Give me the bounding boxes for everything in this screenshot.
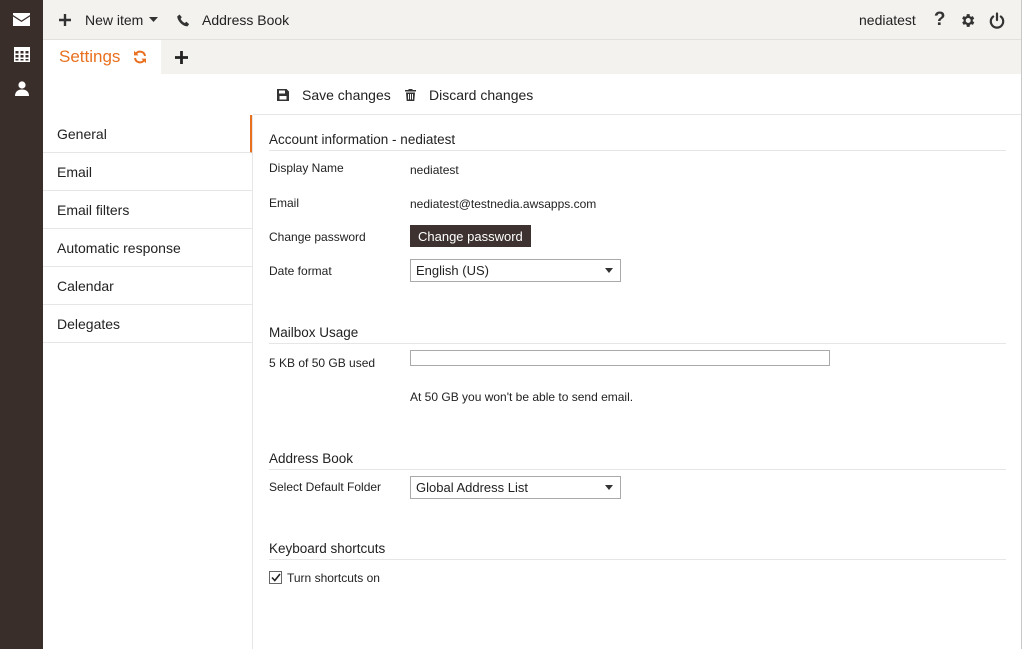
- new-item-button[interactable]: New item: [59, 0, 159, 40]
- nav-item-delegates[interactable]: Delegates: [43, 305, 253, 343]
- calendar-icon[interactable]: [0, 37, 43, 71]
- new-item-label: New item: [85, 12, 144, 28]
- default-folder-value: Global Address List: [416, 480, 529, 495]
- mailbox-usage-label: 5 KB of 50 GB used: [269, 356, 376, 370]
- plus-icon: [59, 14, 71, 26]
- gear-icon[interactable]: [959, 12, 976, 29]
- checkmark-icon: [270, 573, 281, 582]
- date-format-value: English (US): [416, 263, 489, 278]
- top-bar: New item Address Book nediatest ?: [43, 0, 1022, 40]
- discard-changes-label: Discard changes: [429, 86, 534, 103]
- save-icon: [277, 88, 289, 101]
- nav-item-label: Calendar: [57, 277, 114, 294]
- tab-settings[interactable]: Settings: [43, 40, 161, 74]
- email-label: Email: [269, 196, 300, 210]
- nav-item-automatic-response[interactable]: Automatic response: [43, 229, 253, 267]
- nav-item-label: Email: [57, 163, 93, 180]
- nav-item-label: General: [57, 125, 107, 142]
- default-folder-select[interactable]: Global Address List: [410, 476, 621, 499]
- mailbox-usage-note: At 50 GB you won't be able to send email…: [410, 390, 634, 404]
- address-book-button[interactable]: Address Book: [177, 0, 289, 40]
- tab-strip: Settings: [43, 40, 1022, 74]
- nav-divider: [252, 115, 253, 649]
- trash-icon: [405, 88, 416, 101]
- mailbox-usage-bar: [410, 350, 830, 366]
- shortcuts-label: Turn shortcuts on: [287, 571, 380, 585]
- phone-icon: [177, 14, 190, 26]
- app-rail: [0, 0, 43, 649]
- display-name-value: nediatest: [410, 163, 459, 177]
- settings-nav: General Email Email filters Automatic re…: [43, 115, 253, 343]
- nav-item-label: Email filters: [57, 201, 130, 218]
- mail-icon[interactable]: [0, 2, 43, 36]
- change-password-button[interactable]: Change password: [410, 225, 531, 247]
- add-tab-button[interactable]: [171, 40, 191, 74]
- refresh-icon[interactable]: [133, 50, 147, 64]
- address-book-label: Address Book: [202, 12, 290, 28]
- nav-item-general[interactable]: General: [43, 115, 253, 153]
- power-icon[interactable]: [989, 11, 1005, 29]
- date-format-select[interactable]: English (US): [410, 259, 621, 282]
- chevron-down-icon: [605, 485, 613, 490]
- tab-settings-label: Settings: [59, 47, 121, 66]
- nav-item-label: Automatic response: [57, 239, 181, 256]
- username-label[interactable]: nediatest: [859, 12, 916, 28]
- mailbox-section-title: Mailbox Usage: [269, 325, 1006, 344]
- save-changes-label: Save changes: [302, 86, 391, 103]
- account-section-title: Account information - nediatest: [269, 132, 1006, 151]
- contacts-icon[interactable]: [0, 71, 43, 105]
- shortcuts-checkbox[interactable]: [269, 571, 282, 584]
- date-format-label: Date format: [269, 264, 332, 278]
- nav-item-calendar[interactable]: Calendar: [43, 267, 253, 305]
- settings-toolbar: Save changes Discard changes: [253, 74, 1022, 115]
- nav-item-email[interactable]: Email: [43, 153, 253, 191]
- chevron-down-icon: [605, 268, 613, 273]
- change-password-label: Change password: [269, 230, 366, 244]
- email-value: nediatest@testnedia.awsapps.com: [410, 197, 597, 211]
- nav-item-label: Delegates: [57, 315, 121, 332]
- discard-changes-button[interactable]: Discard changes: [405, 74, 533, 115]
- plus-icon: [174, 50, 188, 64]
- display-name-label: Display Name: [269, 161, 344, 175]
- default-folder-label: Select Default Folder: [269, 480, 382, 494]
- chevron-down-icon: [149, 17, 159, 22]
- keyboard-section-title: Keyboard shortcuts: [269, 541, 1006, 560]
- help-icon[interactable]: ?: [934, 9, 946, 31]
- nav-item-email-filters[interactable]: Email filters: [43, 191, 253, 229]
- save-changes-button[interactable]: Save changes: [277, 74, 391, 115]
- address-book-section-title: Address Book: [269, 451, 1006, 470]
